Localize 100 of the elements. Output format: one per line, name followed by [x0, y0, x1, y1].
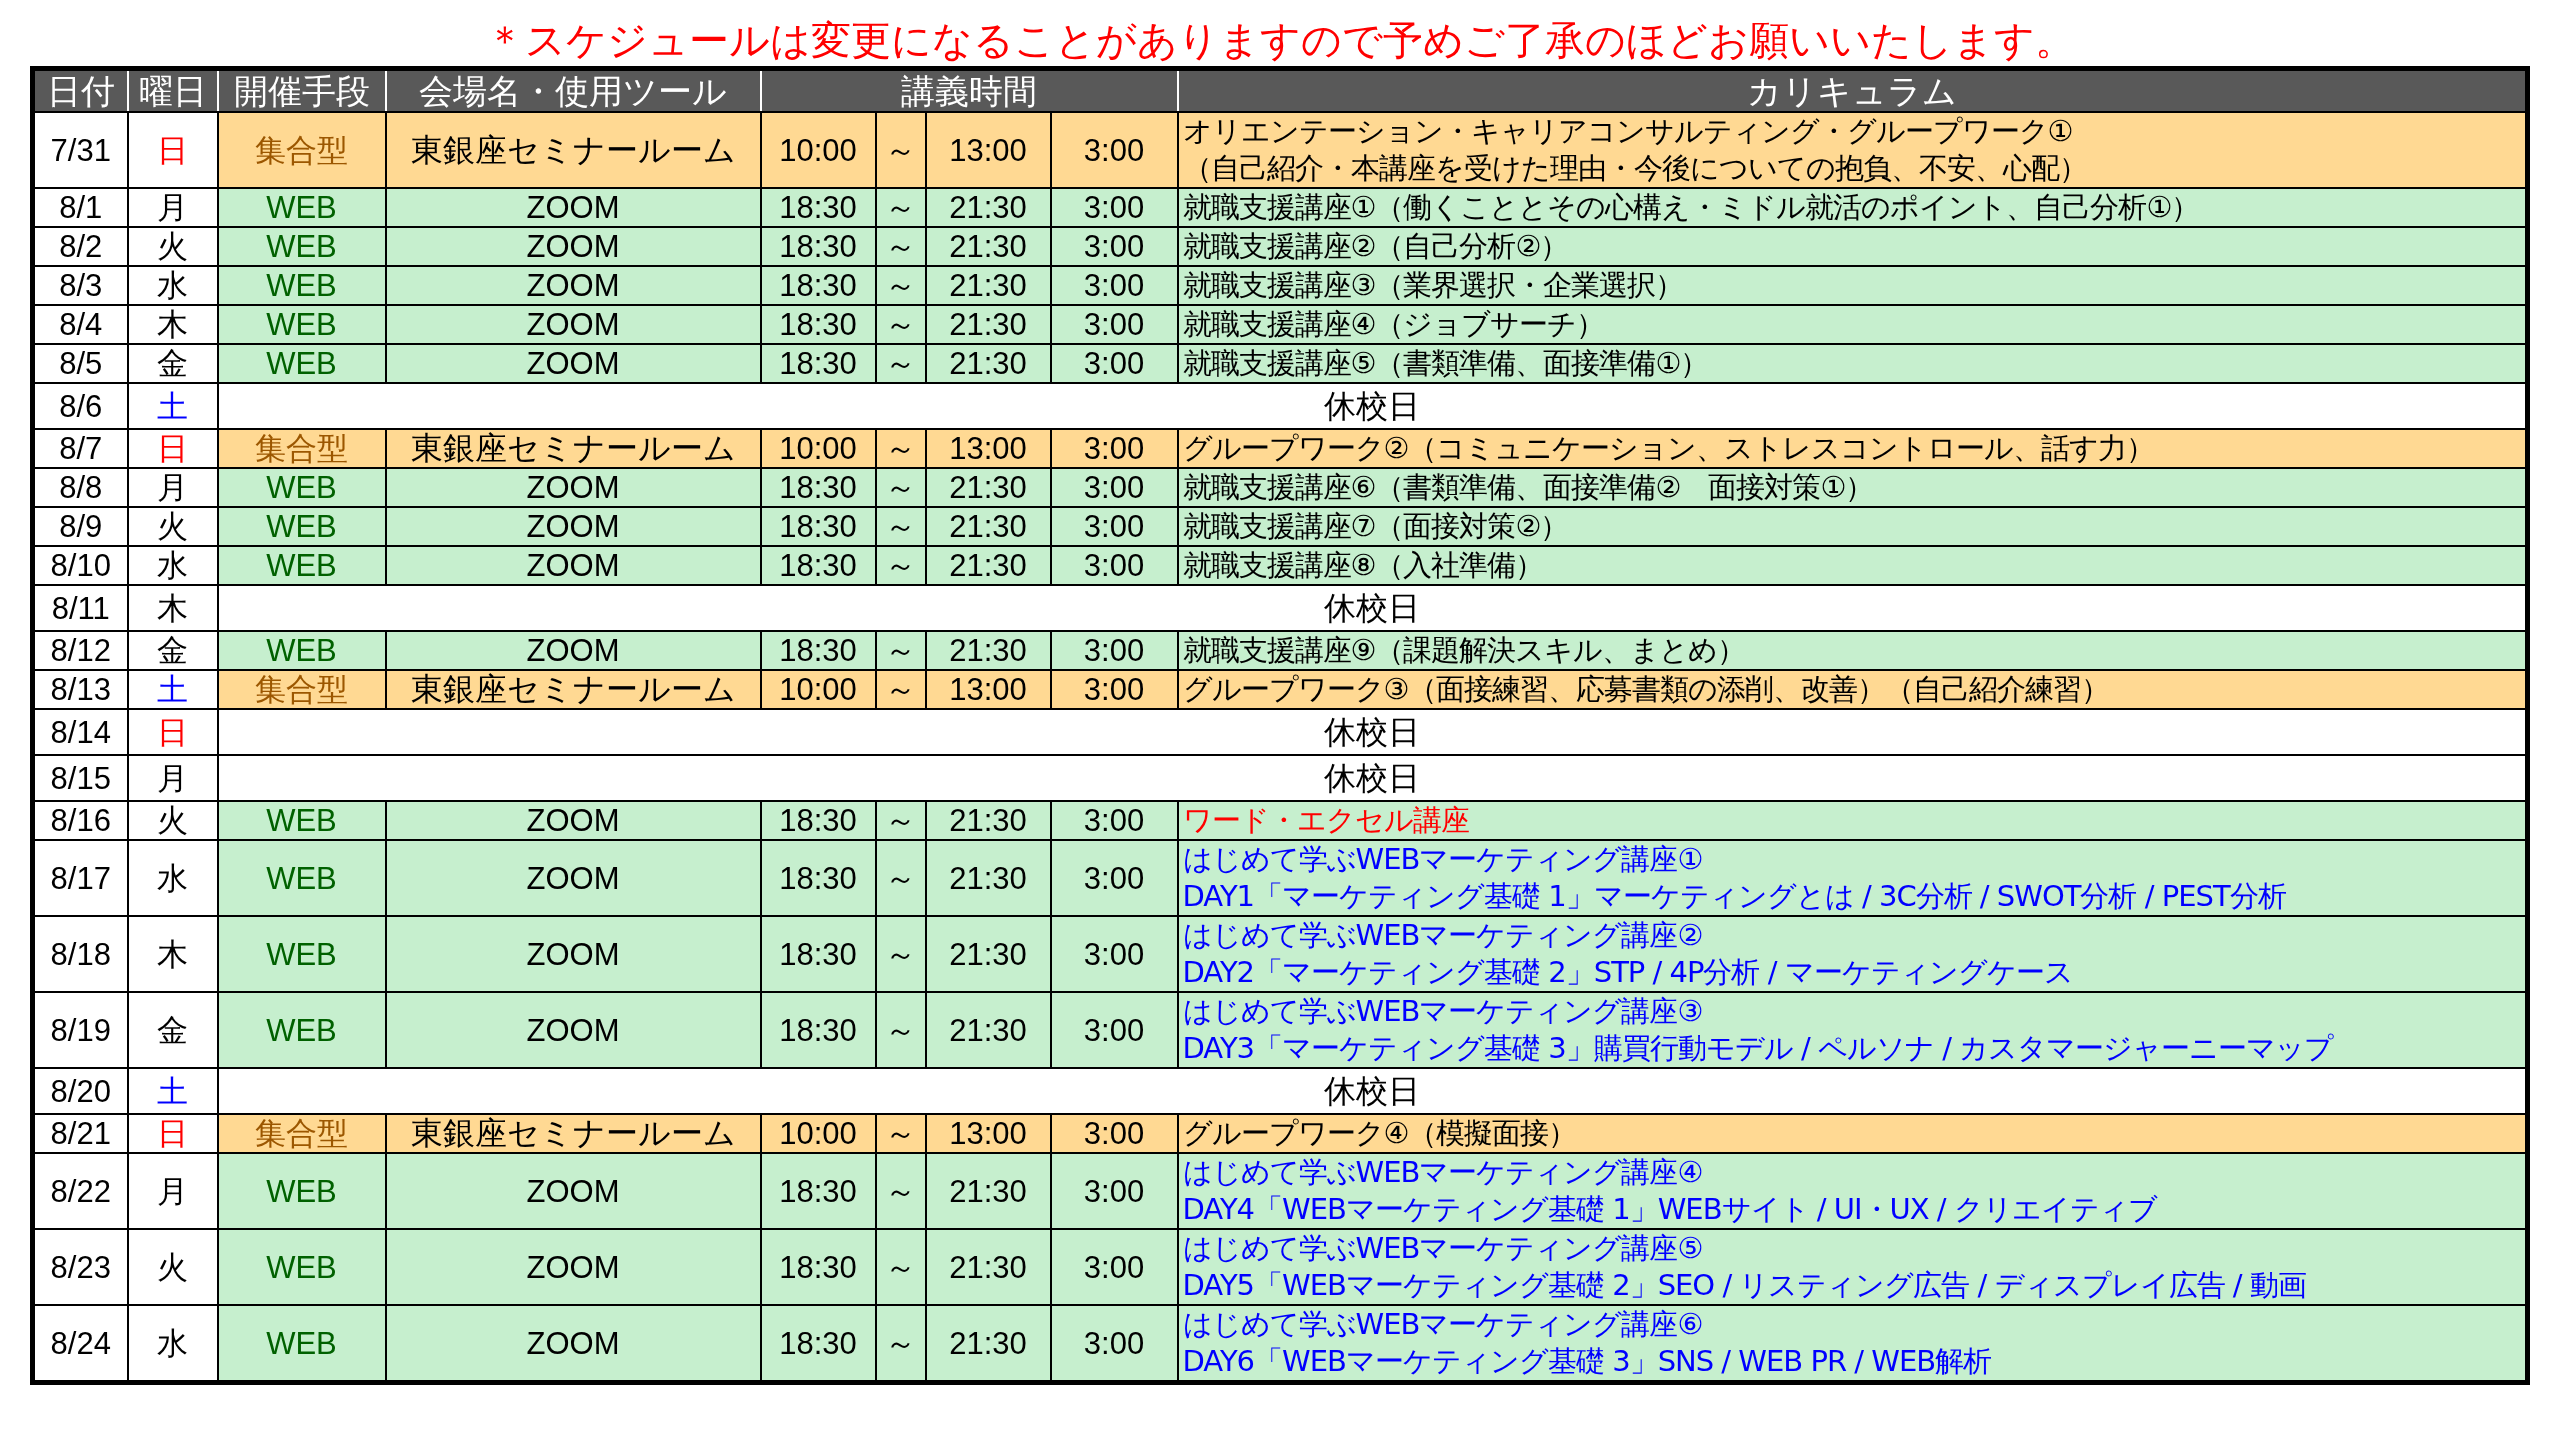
table-cell: 火	[127, 801, 218, 840]
table-cell: 休校日	[217, 709, 2528, 755]
table-cell: WEB	[217, 305, 386, 344]
table-cell: WEB	[217, 227, 386, 266]
table-cell: WEB	[217, 1153, 386, 1229]
table-cell: WEB	[217, 266, 386, 305]
table-cell: 8/19	[32, 992, 128, 1068]
table-cell: 21:30	[925, 305, 1051, 344]
table-cell: 8/1	[32, 188, 128, 227]
table-cell: ～	[875, 840, 926, 916]
table-cell: ZOOM	[385, 1153, 761, 1229]
table-cell: 就職支援講座⑥（書類準備、面接準備② 面接対策①）	[1177, 468, 2528, 507]
table-cell: ～	[875, 429, 926, 468]
table-cell: ～	[875, 670, 926, 709]
table-cell: 3:00	[1050, 1305, 1178, 1383]
table-cell: 13:00	[925, 429, 1051, 468]
table-cell: ZOOM	[385, 631, 761, 670]
table-cell: 21:30	[925, 1229, 1051, 1305]
table-cell: はじめて学ぶWEBマーケティング講座② DAY2「マーケティング基礎 2」STP / 4P分析 / マーケティングケース	[1177, 916, 2528, 992]
table-cell: 就職支援講座⑧（入社準備）	[1177, 546, 2528, 585]
table-cell: ワード・エクセル講座	[1177, 801, 2528, 840]
table-cell: ～	[875, 916, 926, 992]
table-cell: グループワーク②（コミュニケーション、ストレスコントロール、話す力）	[1177, 429, 2528, 468]
table-cell: ZOOM	[385, 266, 761, 305]
table-cell: 3:00	[1050, 305, 1178, 344]
column-header: 講義時間	[760, 68, 1178, 112]
table-cell: はじめて学ぶWEBマーケティング講座④ DAY4「WEBマーケティング基礎 1」WEBサイト / UI・UX / クリエイティブ	[1177, 1153, 2528, 1229]
table-cell: 水	[127, 546, 218, 585]
table-cell: WEB	[217, 468, 386, 507]
table-cell: 18:30	[760, 266, 876, 305]
table-cell: 集合型	[217, 1114, 386, 1153]
column-header: 曜日	[127, 68, 218, 112]
table-cell: ～	[875, 1305, 926, 1383]
table-cell: ～	[875, 1114, 926, 1153]
table-cell: 月	[127, 755, 218, 801]
table-cell: 18:30	[760, 227, 876, 266]
table-cell: 3:00	[1050, 227, 1178, 266]
table-cell: 8/10	[32, 546, 128, 585]
table-cell: 3:00	[1050, 916, 1178, 992]
table-cell: 18:30	[760, 916, 876, 992]
table-cell: 3:00	[1050, 546, 1178, 585]
table-cell: 休校日	[217, 585, 2528, 631]
table-cell: 18:30	[760, 801, 876, 840]
table-cell: 水	[127, 266, 218, 305]
table-cell: 21:30	[925, 266, 1051, 305]
table-cell: 土	[127, 670, 218, 709]
table-cell: 18:30	[760, 1153, 876, 1229]
table-cell: 3:00	[1050, 670, 1178, 709]
table-cell: 21:30	[925, 992, 1051, 1068]
table-cell: 日	[127, 709, 218, 755]
table-cell: はじめて学ぶWEBマーケティング講座⑥ DAY6「WEBマーケティング基礎 3」SNS / WEB PR / WEB解析	[1177, 1305, 2528, 1383]
table-cell: 13:00	[925, 1114, 1051, 1153]
table-cell: ZOOM	[385, 916, 761, 992]
table-cell: ～	[875, 344, 926, 383]
table-cell: 18:30	[760, 631, 876, 670]
table-cell: 金	[127, 344, 218, 383]
table-cell: 3:00	[1050, 266, 1178, 305]
table-cell: 10:00	[760, 112, 876, 188]
table-cell: 就職支援講座⑨（課題解決スキル、まとめ）	[1177, 631, 2528, 670]
table-cell: WEB	[217, 631, 386, 670]
table-cell: 土	[127, 1068, 218, 1114]
table-cell: はじめて学ぶWEBマーケティング講座⑤ DAY5「WEBマーケティング基礎 2」SEO / リスティング広告 / ディスプレイ広告 / 動画	[1177, 1229, 2528, 1305]
table-cell: WEB	[217, 801, 386, 840]
table-cell: 8/20	[32, 1068, 128, 1114]
table-cell: 3:00	[1050, 429, 1178, 468]
table-cell: 8/12	[32, 631, 128, 670]
table-cell: はじめて学ぶWEBマーケティング講座③ DAY3「マーケティング基礎 3」購買行動モデル / ペルソナ / カスタマージャーニーマップ	[1177, 992, 2528, 1068]
table-cell: WEB	[217, 1305, 386, 1383]
table-cell: 13:00	[925, 670, 1051, 709]
table-cell: 集合型	[217, 429, 386, 468]
table-cell: 就職支援講座⑦（面接対策②）	[1177, 507, 2528, 546]
table-cell: ～	[875, 112, 926, 188]
table-cell: ～	[875, 188, 926, 227]
table-cell: 8/11	[32, 585, 128, 631]
table-cell: WEB	[217, 916, 386, 992]
table-cell: 8/16	[32, 801, 128, 840]
column-header: カリキュラム	[1177, 68, 2528, 112]
schedule-notice: ＊スケジュールは変更になることがありますので予めご了承のほどお願いいたします。	[485, 16, 2075, 65]
table-cell: ～	[875, 992, 926, 1068]
table-cell: ZOOM	[385, 840, 761, 916]
table-cell: ZOOM	[385, 305, 761, 344]
table-cell: 3:00	[1050, 507, 1178, 546]
table-cell: 21:30	[925, 631, 1051, 670]
table-cell: 木	[127, 305, 218, 344]
table-cell: 21:30	[925, 227, 1051, 266]
table-cell: 21:30	[925, 1153, 1051, 1229]
table-cell: 日	[127, 1114, 218, 1153]
table-cell: 集合型	[217, 670, 386, 709]
table-cell: 18:30	[760, 507, 876, 546]
table-cell: 就職支援講座①（働くこととその心構え・ミドル就活のポイント、自己分析①）	[1177, 188, 2528, 227]
table-cell: 木	[127, 916, 218, 992]
table-cell: ～	[875, 266, 926, 305]
table-cell: 8/22	[32, 1153, 128, 1229]
table-cell: WEB	[217, 546, 386, 585]
table-cell: 21:30	[925, 546, 1051, 585]
table-cell: ZOOM	[385, 507, 761, 546]
table-cell: WEB	[217, 344, 386, 383]
table-cell: 8/6	[32, 383, 128, 429]
table-cell: グループワーク④（模擬面接）	[1177, 1114, 2528, 1153]
table-cell: 就職支援講座④（ジョブサーチ）	[1177, 305, 2528, 344]
